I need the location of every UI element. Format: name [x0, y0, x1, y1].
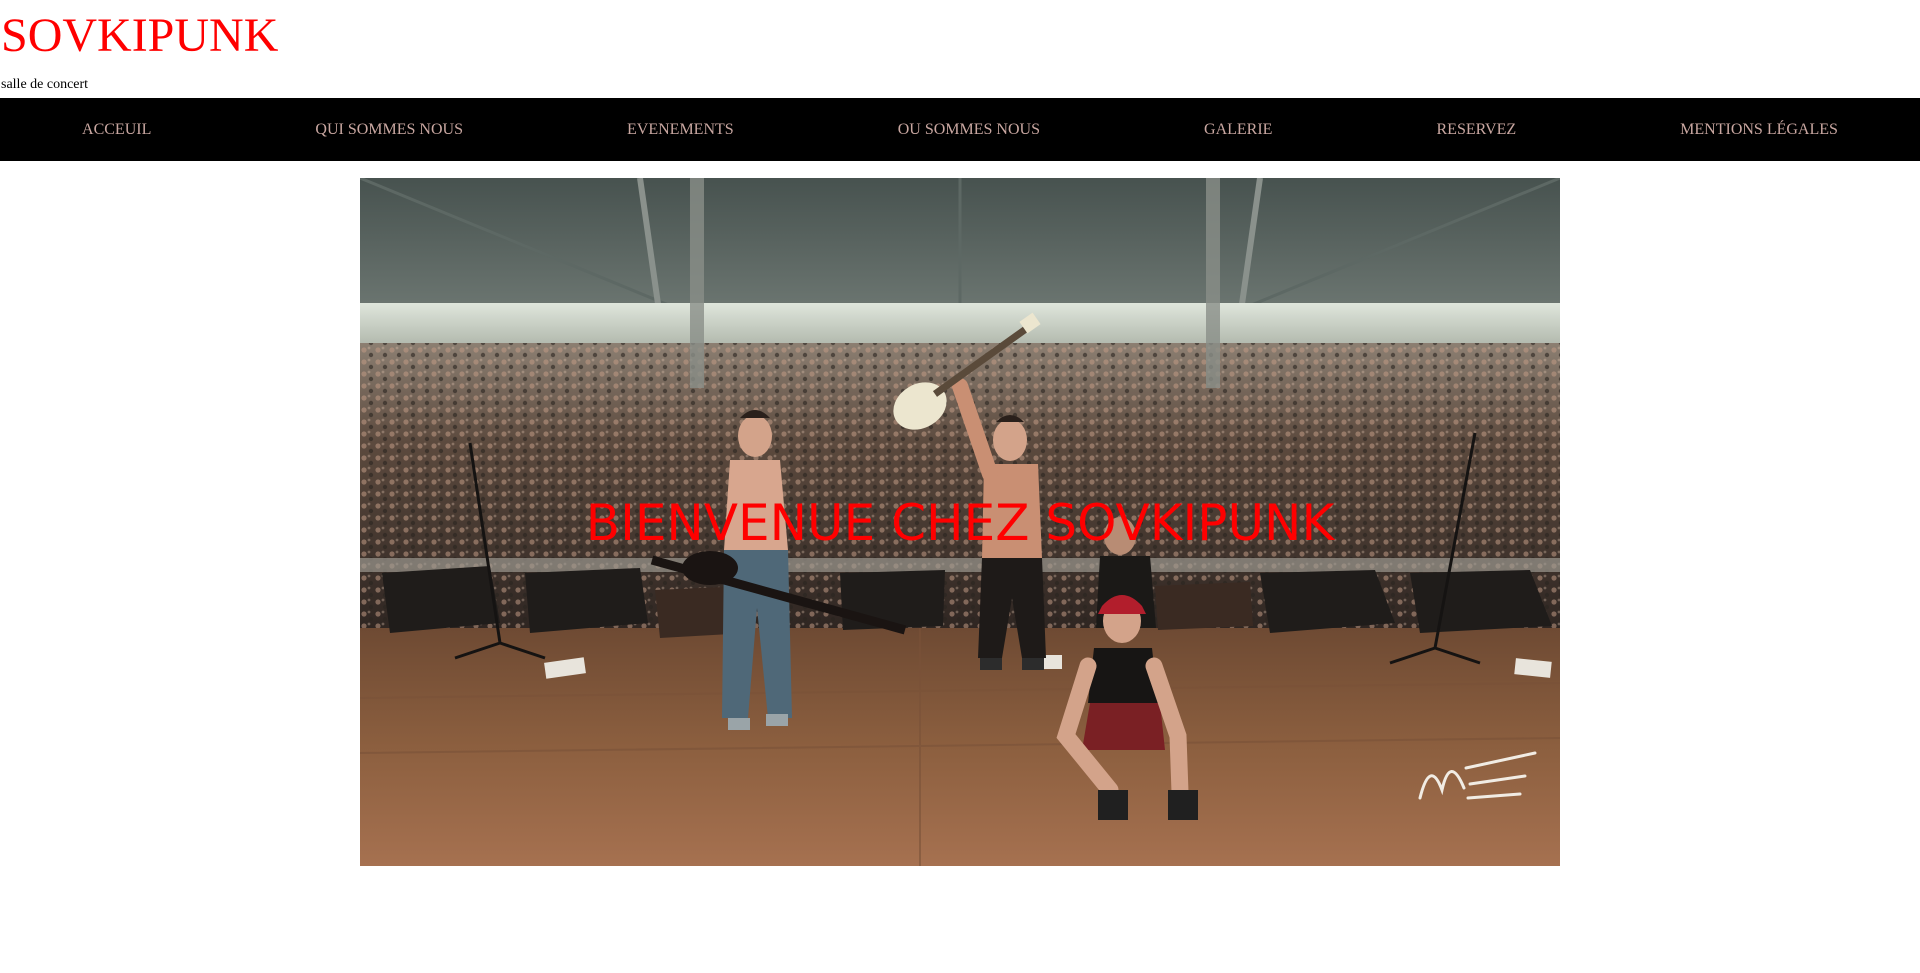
nav-item-ou-sommes-nous[interactable]: OU SOMMES NOUS — [898, 121, 1040, 139]
nav-item-galerie[interactable]: GALERIE — [1204, 121, 1272, 139]
nav-list-entry: GALERIE — [1204, 121, 1272, 139]
nav-list-entry: QUI SOMMES NOUS — [315, 121, 463, 139]
nav-list: ACCEUIL QUI SOMMES NOUS EVENEMENTS OU SO… — [0, 98, 1920, 161]
nav-list-entry: MENTIONS LÉGALES — [1680, 121, 1838, 139]
nav-item-reservez[interactable]: RESERVEZ — [1437, 121, 1517, 139]
hero-heading: BIENVENUE CHEZ SOVKIPUNK — [585, 494, 1335, 552]
hero-banner: BIENVENUE CHEZ SOVKIPUNK — [360, 178, 1560, 866]
nav-list-entry: EVENEMENTS — [627, 121, 734, 139]
nav-item-acceuil[interactable]: ACCEUIL — [82, 121, 151, 139]
site-tagline: salle de concert — [1, 77, 89, 92]
nav-list-entry: ACCEUIL — [82, 121, 151, 139]
main-nav: ACCEUIL QUI SOMMES NOUS EVENEMENTS OU SO… — [0, 98, 1920, 161]
site-title: SOVKIPUNK — [1, 9, 279, 62]
nav-item-evenements[interactable]: EVENEMENTS — [627, 121, 734, 139]
nav-list-entry: OU SOMMES NOUS — [898, 121, 1040, 139]
nav-list-entry: RESERVEZ — [1437, 121, 1517, 139]
site-header: SOVKIPUNK salle de concert — [0, 0, 1920, 98]
nav-item-qui-sommes-nous[interactable]: QUI SOMMES NOUS — [315, 121, 463, 139]
nav-item-mentions-legales[interactable]: MENTIONS LÉGALES — [1680, 121, 1838, 139]
